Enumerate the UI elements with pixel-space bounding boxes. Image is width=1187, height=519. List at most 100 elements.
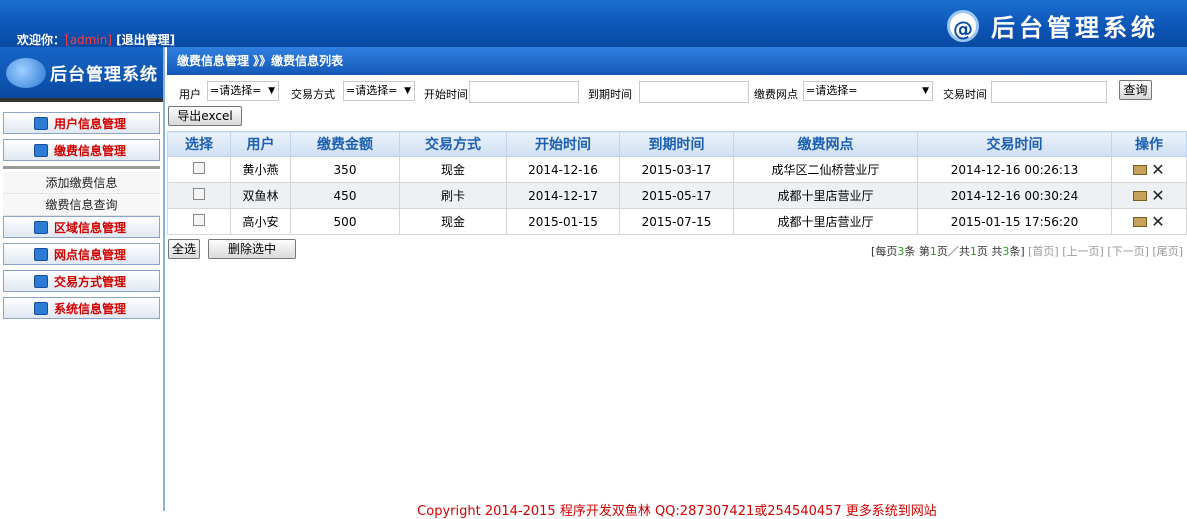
logout-link[interactable]: [退出管理] [116,33,175,47]
footer-copyright: Copyright 2014-2015 程序开发双鱼林 QQ:287307421… [417,504,937,519]
pager-next[interactable]: [下一页] [1107,245,1149,258]
cell-start: 2014-12-17 [506,182,620,209]
sidebar-item-label: 网点信息管理 [54,247,127,262]
globe-logo-icon [6,57,46,88]
pager-prev[interactable]: [上一页] [1062,245,1104,258]
row-checkbox[interactable] [193,188,205,200]
col-actions: 操作 [1111,131,1187,157]
sidebar-item-label: 交易方式管理 [54,274,127,289]
cell-user: 黄小燕 [230,156,291,183]
brand-title: 后台管理系统 [991,14,1159,42]
sidebar-item-region[interactable]: 区域信息管理 [3,216,160,238]
cell-actions: ✕ [1111,156,1187,183]
sidebar-subitem-query-payment[interactable]: 缴费信息查询 [3,194,160,216]
trade-select-value: =请选择= [346,84,398,97]
menu-book-icon [34,302,48,315]
table-header-row: 选择 用户 缴费金额 交易方式 开始时间 到期时间 缴费网点 交易时间 操作 [167,131,1187,157]
chevron-down-icon: ▼ [268,86,275,96]
start-time-input[interactable] [469,81,579,103]
trade-time-label: 交易时间 [943,88,987,101]
user-select[interactable]: =请选择= ▼ [207,81,279,101]
delete-selected-button[interactable]: 删除选中 [208,239,296,259]
end-time-input[interactable] [639,81,749,103]
user-filter-label: 用户 [179,88,201,101]
cell-outlet: 成都十里店营业厅 [733,182,918,209]
delete-icon[interactable]: ✕ [1151,186,1164,205]
at-logo-icon: @ [947,9,979,42]
sidebar-logo-text: 后台管理系统 [50,65,158,85]
pagination: [每页3条 第1页／共1页 共3条] [首页] [上一页] [下一页] [尾页] [871,243,1183,259]
table-row: 高小安 500 现金 2015-01-15 2015-07-15 成都十里店营业… [167,208,1187,235]
edit-icon[interactable] [1133,164,1148,175]
query-button[interactable]: 查询 [1119,80,1152,100]
sidebar-subitem-add-payment[interactable]: 添加缴费信息 [3,172,160,194]
trade-time-input[interactable] [991,81,1107,103]
sidebar-item-label: 缴费信息管理 [54,143,127,158]
sidebar-item-system[interactable]: 系统信息管理 [3,297,160,319]
table-row: 双鱼林 450 刷卡 2014-12-17 2015-05-17 成都十里店营业… [167,182,1187,209]
cell-user: 高小安 [230,208,291,235]
sidebar-item-outlet[interactable]: 网点信息管理 [3,243,160,265]
delete-icon[interactable]: ✕ [1151,212,1164,231]
col-method: 交易方式 [399,131,507,157]
pager-text: 页 共 [976,245,1003,258]
col-amount: 缴费金额 [290,131,400,157]
main-content: 缴费信息管理 》》缴费信息列表 用户 =请选择= ▼ 交易方式 =请选择= ▼ 开始… [167,47,1187,511]
breadcrumb: 缴费信息管理 》》缴费信息列表 [167,47,1187,75]
welcome-prefix: 欢迎你： [17,33,66,47]
chevron-down-icon: ▼ [404,86,411,96]
cell-amount: 450 [290,182,400,209]
filter-bar: 用户 =请选择= ▼ 交易方式 =请选择= ▼ 开始时间 到期时间 缴费网点 =请选… [167,79,1187,103]
cell-user: 双鱼林 [230,182,291,209]
cell-end: 2015-07-15 [619,208,734,235]
select-all-button[interactable]: 全选 [168,239,200,259]
export-excel-button[interactable]: 导出excel [168,106,242,126]
row-checkbox[interactable] [193,162,205,174]
trade-filter-label: 交易方式 [291,88,335,101]
menu-book-icon [34,117,48,130]
sidebar-logo: 后台管理系统 [0,47,163,102]
cell-amount: 350 [290,156,400,183]
edit-icon[interactable] [1133,216,1148,227]
col-select: 选择 [167,131,231,157]
menu-book-icon [34,275,48,288]
brand-logo: @ 后台管理系统 [947,8,1159,43]
welcome-text: 欢迎你：[admin] [退出管理] [17,31,175,48]
cell-actions: ✕ [1111,208,1187,235]
sidebar-item-payment[interactable]: 缴费信息管理 [3,139,160,161]
sidebar-item-label: 区域信息管理 [54,220,127,235]
delete-icon[interactable]: ✕ [1151,160,1164,179]
row-checkbox[interactable] [193,214,205,226]
user-select-value: =请选择= [210,84,262,97]
trade-select[interactable]: =请选择= ▼ [343,81,415,101]
sidebar-item-user[interactable]: 用户信息管理 [3,112,160,134]
sidebar-item-label: 用户信息管理 [54,116,127,131]
sidebar: 后台管理系统 用户信息管理 缴费信息管理 添加缴费信息 缴费信息查询 区域信息管… [0,47,165,511]
menu-book-icon [34,221,48,234]
pager-text: 条 第 [904,245,930,258]
payment-table: 选择 用户 缴费金额 交易方式 开始时间 到期时间 缴费网点 交易时间 操作 黄… [167,131,1187,235]
cell-outlet: 成华区二仙桥营业厅 [733,156,918,183]
cell-time: 2015-01-15 17:56:20 [917,208,1112,235]
col-start: 开始时间 [506,131,620,157]
pager-text: [每页 [871,245,898,258]
sidebar-item-trade-method[interactable]: 交易方式管理 [3,270,160,292]
pager-first[interactable]: [首页] [1028,245,1059,258]
row-select-cell [167,208,231,235]
edit-icon[interactable] [1133,190,1148,201]
cell-actions: ✕ [1111,182,1187,209]
pager-text: 条] [1009,245,1025,258]
outlet-select-value: =请选择= [806,84,858,97]
pager-last[interactable]: [尾页] [1152,245,1183,258]
end-time-label: 到期时间 [588,88,632,101]
pager-total-pages: 1 [969,245,977,258]
admin-username: [admin] [65,33,112,47]
cell-end: 2015-05-17 [619,182,734,209]
outlet-select[interactable]: =请选择= ▼ [803,81,933,101]
cell-amount: 500 [290,208,400,235]
pager-text: 页／共 [936,245,970,258]
outlet-filter-label: 缴费网点 [754,88,798,101]
cell-start: 2014-12-16 [506,156,620,183]
col-outlet: 缴费网点 [733,131,918,157]
cell-end: 2015-03-17 [619,156,734,183]
